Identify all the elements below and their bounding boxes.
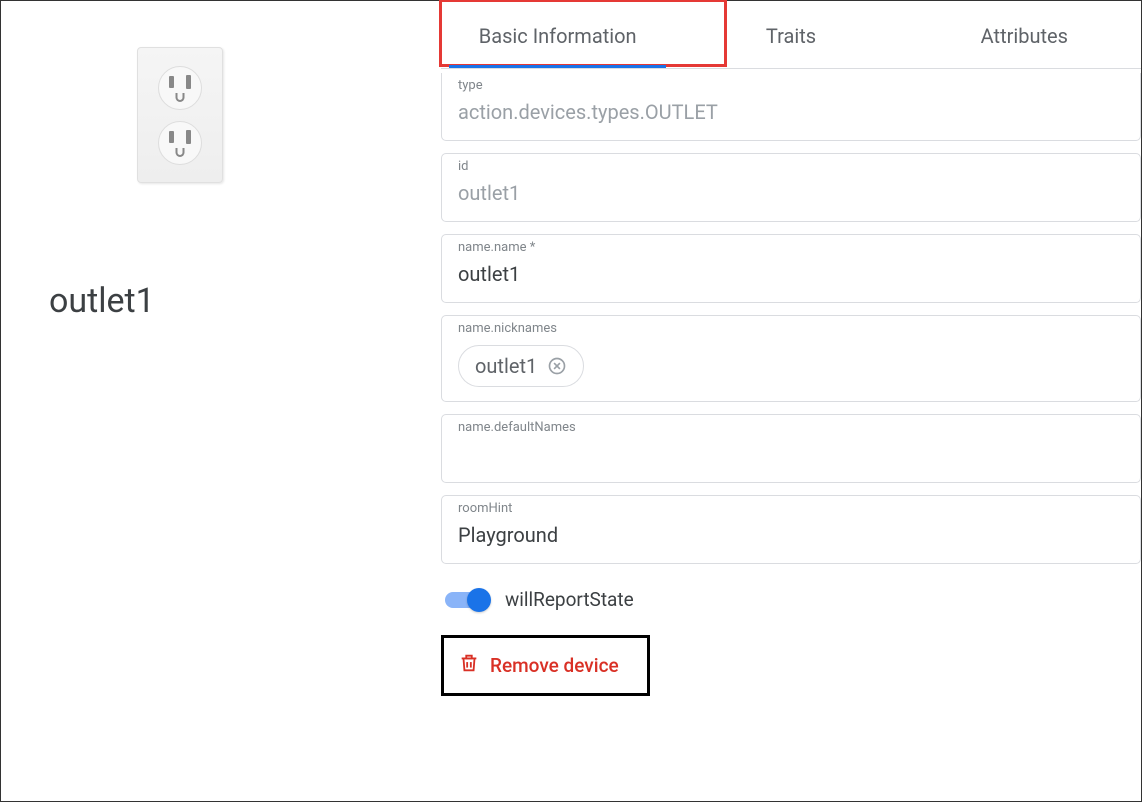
field-name-nicknames[interactable]: name.nicknames outlet1 — [441, 315, 1141, 402]
outlet-socket-bottom — [158, 121, 202, 165]
field-label-name-nicknames: name.nicknames — [458, 321, 1124, 336]
field-name-defaultnames[interactable]: name.defaultNames — [441, 414, 1141, 483]
field-name-name[interactable]: name.name * outlet1 — [441, 234, 1141, 303]
field-label-name-defaultnames: name.defaultNames — [458, 420, 1124, 435]
field-roomhint[interactable]: roomHint Playground — [441, 495, 1141, 564]
field-label-id: id — [458, 159, 1124, 174]
tab-attributes[interactable]: Attributes — [908, 24, 1141, 68]
tab-basic-information[interactable]: Basic Information — [441, 24, 674, 68]
field-value-name-defaultnames — [458, 442, 1124, 468]
highlight-remove-device: Remove device — [441, 635, 650, 696]
willreportstate-row: willReportState — [445, 588, 1141, 611]
outlet-socket-top — [158, 66, 202, 110]
field-value-type: action.devices.types.OUTLET — [458, 100, 1124, 126]
toggle-knob — [467, 588, 491, 612]
willreportstate-toggle[interactable] — [445, 592, 487, 608]
close-icon[interactable] — [547, 356, 567, 376]
field-label-roomhint: roomHint — [458, 501, 1124, 516]
trash-icon — [458, 652, 480, 679]
field-label-name-name: name.name * — [458, 240, 1124, 255]
tab-bar: Basic Information Traits Attributes — [441, 1, 1141, 69]
willreportstate-label: willReportState — [505, 588, 634, 611]
device-title: outlet1 — [49, 281, 421, 321]
field-value-name-name: outlet1 — [458, 262, 1124, 288]
remove-device-button[interactable]: Remove device — [454, 644, 623, 687]
remove-device-label: Remove device — [490, 654, 619, 677]
field-value-roomhint: Playground — [458, 523, 1124, 549]
field-label-type: type — [458, 78, 1124, 93]
fields-container: type action.devices.types.OUTLET id outl… — [441, 69, 1141, 696]
field-value-id: outlet1 — [458, 181, 1124, 207]
main-panel: Basic Information Traits Attributes type… — [441, 1, 1141, 801]
tab-traits[interactable]: Traits — [674, 24, 907, 68]
field-id[interactable]: id outlet1 — [441, 153, 1141, 222]
device-sidebar: outlet1 — [1, 1, 441, 801]
nickname-chip-label: outlet1 — [475, 354, 537, 378]
field-type[interactable]: type action.devices.types.OUTLET — [441, 73, 1141, 141]
nickname-chip[interactable]: outlet1 — [458, 345, 584, 387]
outlet-icon — [137, 47, 223, 183]
